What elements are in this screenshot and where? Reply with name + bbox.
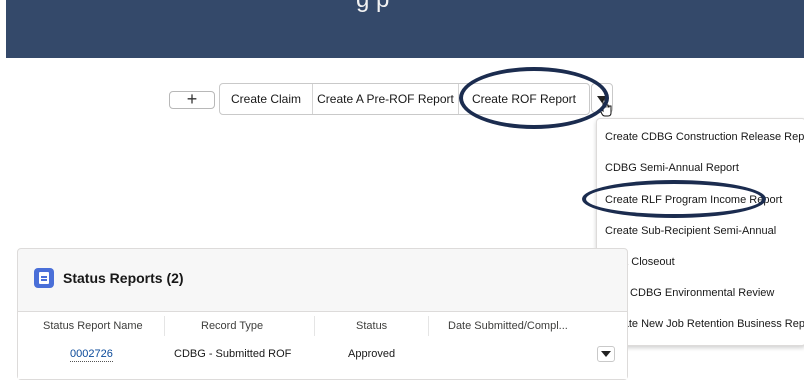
create-claim-button[interactable]: Create Claim [220,84,313,114]
column-header-date-submitted[interactable]: Date Submitted/Compl... [448,320,568,332]
menu-item-create-cdbg-construction-release-report[interactable]: Create CDBG Construction Release Report [605,131,804,143]
table-row: 0002726 CDBG - Submitted ROF Approved [18,340,627,379]
status-reports-card: Status Reports (2) Status Report Name Re… [17,248,628,380]
action-button-group: Create Claim Create A Pre-ROF Report Cre… [219,83,590,115]
header-partial-text: g p [356,0,389,14]
report-icon [34,268,54,288]
hand-cursor-icon [599,99,612,117]
column-header-record-type[interactable]: Record Type [201,320,263,332]
menu-item-cdbg-semi-annual-report[interactable]: CDBG Semi-Annual Report [605,162,739,174]
menu-item-create-rlf-program-income-report[interactable]: Create RLF Program Income Report [605,194,782,206]
status-cell: Approved [348,348,396,360]
plus-icon: + [186,89,198,109]
status-report-name-link[interactable]: 0002726 [70,348,113,362]
card-title[interactable]: Status Reports (2) [63,270,184,286]
top-header-bar: g p [6,0,804,58]
add-button[interactable]: + [169,89,215,109]
row-actions-dropdown[interactable] [597,346,615,362]
menu-item-create-sub-recipient-semi-annual[interactable]: Create Sub-Recipient Semi-Annual [605,225,776,237]
create-rof-report-button[interactable]: Create ROF Report [459,84,589,114]
column-header-status-report-name[interactable]: Status Report Name [43,320,143,332]
menu-item-new-cdbg-environmental-review[interactable]: New CDBG Environmental Review [605,287,774,299]
record-type-cell: CDBG - Submitted ROF [174,348,292,360]
create-pre-rof-report-button[interactable]: Create A Pre-ROF Report [313,84,459,114]
column-header-status[interactable]: Status [356,320,387,332]
table-header: Status Report Name Record Type Status Da… [18,311,627,341]
chevron-down-icon [601,351,611,357]
menu-item-create-new-job-retention-business-report[interactable]: Create New Job Retention Business Report [605,318,804,330]
